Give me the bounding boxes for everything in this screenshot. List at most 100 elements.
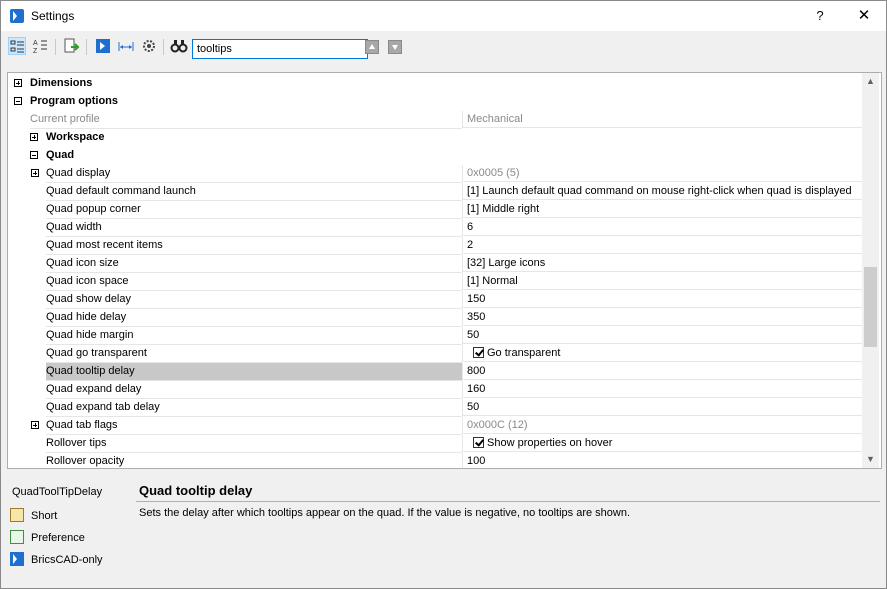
property-name: Quad hide delay <box>46 309 462 327</box>
property-name: Rollover tips <box>46 435 462 453</box>
property-row[interactable]: Quad tab flags 0x000C (12) <box>8 417 862 435</box>
category-row[interactable]: Program options <box>8 93 862 111</box>
expand-icon[interactable] <box>30 133 38 141</box>
toolbar-separator <box>163 39 164 55</box>
checkbox-label: Show properties on hover <box>487 437 613 449</box>
property-row[interactable]: Quad popup corner [1] Middle right <box>8 201 862 219</box>
svg-text:Z: Z <box>33 48 38 55</box>
collapse-icon[interactable] <box>14 97 22 105</box>
property-value[interactable]: 800 <box>462 363 862 380</box>
close-button[interactable]: ✕ <box>855 6 873 24</box>
help-button[interactable]: ? <box>813 8 827 24</box>
expand-icon[interactable] <box>31 169 39 177</box>
settings-gear-icon[interactable] <box>140 37 158 55</box>
scroll-thumb[interactable] <box>864 267 877 347</box>
property-row[interactable]: Quad hide delay 350 <box>8 309 862 327</box>
property-name: Rollover opacity <box>46 453 462 468</box>
property-name: Program options <box>30 95 119 107</box>
property-value[interactable]: 160 <box>462 381 862 398</box>
property-value[interactable]: 350 <box>462 309 862 326</box>
export-icon[interactable] <box>62 37 80 55</box>
bricscad-icon[interactable] <box>94 37 112 55</box>
property-row[interactable]: Quad expand delay 160 <box>8 381 862 399</box>
short-icon <box>10 508 24 522</box>
checkbox[interactable] <box>473 437 484 448</box>
property-row[interactable]: Quad expand tab delay 50 <box>8 399 862 417</box>
property-value[interactable]: Go transparent <box>462 345 862 362</box>
property-value[interactable]: 6 <box>462 219 862 236</box>
property-name: Quad popup corner <box>46 201 462 219</box>
command-name: QuadToolTipDelay <box>12 486 103 498</box>
property-name: Quad icon size <box>46 255 462 273</box>
property-value[interactable]: 100 <box>462 453 862 468</box>
settings-window: Settings ? ✕ AZ DimensionsProgra <box>0 0 887 589</box>
property-row[interactable]: Quad go transparent Go transparent <box>8 345 862 363</box>
search-input[interactable] <box>192 39 368 59</box>
category-row[interactable]: Quad <box>8 147 862 165</box>
property-value[interactable]: 2 <box>462 237 862 254</box>
property-value[interactable]: 0x0005 (5) <box>462 165 862 182</box>
property-row[interactable]: Quad show delay 150 <box>8 291 862 309</box>
attribute-short: Short <box>10 508 57 524</box>
property-value[interactable]: [32] Large icons <box>462 255 862 272</box>
property-value[interactable]: Show properties on hover <box>462 435 862 452</box>
property-value[interactable]: [1] Launch default quad command on mouse… <box>462 183 862 200</box>
property-row[interactable]: Quad width 6 <box>8 219 862 237</box>
property-value[interactable]: [1] Normal <box>462 273 862 290</box>
property-name: Workspace <box>46 131 105 143</box>
property-row[interactable]: Quad hide margin 50 <box>8 327 862 345</box>
alphabetical-view-icon[interactable]: AZ <box>31 37 49 55</box>
attribute-preference: Preference <box>10 530 85 546</box>
property-name: Quad display <box>46 165 462 183</box>
property-row[interactable]: Current profile Mechanical <box>8 111 862 129</box>
property-row[interactable]: Rollover opacity 100 <box>8 453 862 468</box>
property-value[interactable]: [1] Middle right <box>462 201 862 218</box>
dimension-icon[interactable] <box>117 37 135 55</box>
attribute-label: BricsCAD-only <box>31 554 103 566</box>
property-row[interactable]: Quad display 0x0005 (5) <box>8 165 862 183</box>
property-name: Quad go transparent <box>46 345 462 363</box>
property-name: Quad show delay <box>46 291 462 309</box>
title-bar: Settings ? ✕ <box>1 1 886 31</box>
checkbox-label: Go transparent <box>487 347 561 359</box>
category-row[interactable]: Dimensions <box>8 75 862 93</box>
scroll-up-icon[interactable]: ▲ <box>862 73 879 90</box>
expand-icon[interactable] <box>31 421 39 429</box>
property-name: Quad expand delay <box>46 381 462 399</box>
category-row[interactable]: Workspace <box>8 129 862 147</box>
property-value[interactable]: 0x000C (12) <box>462 417 862 434</box>
property-name: Current profile <box>30 111 462 129</box>
vertical-scrollbar[interactable]: ▲ ▼ <box>862 73 879 468</box>
property-row[interactable]: Rollover tips Show properties on hover <box>8 435 862 453</box>
property-row[interactable]: Quad most recent items 2 <box>8 237 862 255</box>
binoculars-icon[interactable] <box>170 37 188 55</box>
toolbar-separator <box>55 39 56 55</box>
expand-icon[interactable] <box>14 79 22 87</box>
property-value[interactable]: 150 <box>462 291 862 308</box>
property-name: Quad most recent items <box>46 237 462 255</box>
checkbox[interactable] <box>473 347 484 358</box>
property-name: Quad icon space <box>46 273 462 291</box>
bricscad-logo-icon <box>10 9 24 23</box>
svg-text:A: A <box>33 40 38 47</box>
property-row[interactable]: Quad tooltip delay 800 <box>8 363 862 381</box>
property-row[interactable]: Quad icon size [32] Large icons <box>8 255 862 273</box>
description-title: Quad tooltip delay <box>139 483 253 498</box>
property-value[interactable]: Mechanical <box>462 111 862 128</box>
property-row[interactable]: Quad default command launch [1] Launch de… <box>8 183 862 201</box>
scroll-down-icon[interactable]: ▼ <box>862 451 879 468</box>
property-name: Quad expand tab delay <box>46 399 462 417</box>
property-name: Quad <box>46 149 75 161</box>
collapse-icon[interactable] <box>30 151 38 159</box>
categorized-view-icon[interactable] <box>8 37 26 55</box>
toolbar: AZ <box>1 31 886 63</box>
property-name: Quad width <box>46 219 462 237</box>
find-previous-up-icon[interactable] <box>365 40 379 54</box>
property-value[interactable]: 50 <box>462 399 862 416</box>
property-value[interactable]: 50 <box>462 327 862 344</box>
toolbar-separator <box>86 39 87 55</box>
find-next-down-icon[interactable] <box>388 40 402 54</box>
bricscad-icon <box>10 552 24 566</box>
property-row[interactable]: Quad icon space [1] Normal <box>8 273 862 291</box>
preference-icon <box>10 530 24 544</box>
